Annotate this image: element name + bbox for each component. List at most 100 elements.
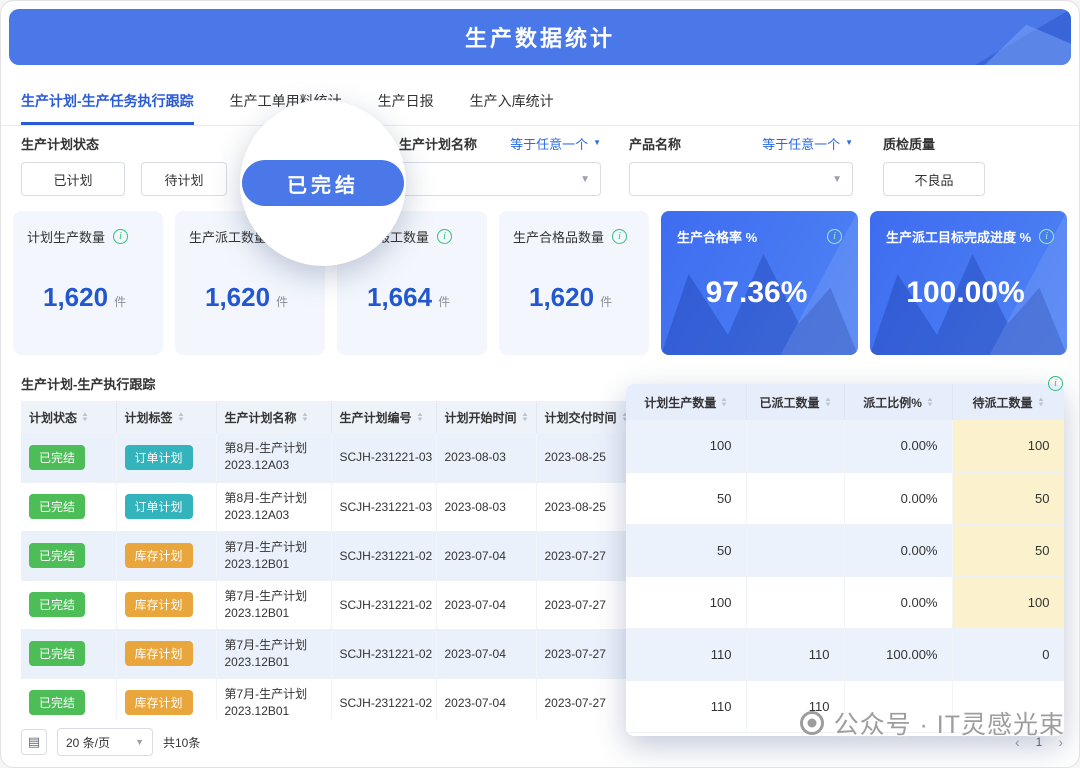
status-badge: 已完结 [29,641,85,666]
table-row[interactable]: 100 0.00% 100 [626,576,1064,628]
product-operator-dropdown[interactable]: 等于任意一个 ▼ [762,134,853,153]
info-icon[interactable]: i [1039,229,1054,244]
sort-icon: ▲▼ [1038,398,1044,408]
start-date-cell: 2023-07-04 [436,629,536,678]
kpi-value: 100.00% [906,276,1024,309]
tab[interactable]: 生产入库统计 [470,91,554,125]
tab-bar: 生产计划-生产任务执行跟踪 生产工单用料统计 生产日报 生产入库统计 [1,85,1079,126]
table-row[interactable]: 已完结 库存计划 第7月-生产计划2023.12B01 SCJH-231221-… [21,629,641,678]
table-row[interactable]: 100 0.00% 100 [626,420,1064,472]
info-icon[interactable]: i [1048,376,1063,391]
dispatched-qty-cell: 110 [746,628,844,680]
table-row[interactable]: 已完结 订单计划 第8月-生产计划2023.12A03 SCJH-231221-… [21,482,641,531]
caret-down-icon: ▼ [593,139,601,147]
operator-text: 等于任意一个 [762,134,840,153]
plan-name-cell: 第7月-生产计划2023.12B01 [216,678,331,719]
quality-label: 质检质量 [883,134,935,153]
table-row[interactable]: 已完结 库存计划 第7月-生产计划2023.12B01 SCJH-231221-… [21,678,641,719]
plan-name-operator-dropdown[interactable]: 等于任意一个 ▼ [510,134,601,153]
column-label: 派工比例% [863,396,922,410]
pending-qty-cell: 50 [952,524,1064,576]
kpi-card-row: 计划生产数量 i 1,620件 生产派工数量 i 1,620件 [13,211,1067,355]
start-date-cell: 2023-08-03 [436,433,536,482]
tab-label: 生产日报 [378,93,434,109]
column-label: 计划标签 [125,411,173,425]
dispatched-qty-cell [746,576,844,628]
table-row[interactable]: 50 0.00% 50 [626,524,1064,576]
plan-qty-cell: 110 [626,680,746,732]
plan-name-filter-group: 生产计划名称 等于任意一个 ▼ ▼ [399,131,601,196]
table-header-row: 计划状态▲▼ 计划标签 ▲▼ 生产计划名称▲▼ 生产计划编号▲▼ 计划开始时间▲▼… [21,401,641,433]
tag-badge: 库存计划 [125,543,193,568]
header-polygon-light [911,9,1071,65]
info-icon[interactable]: i [612,229,627,244]
kpi-unit: 件 [276,295,288,309]
sort-icon: ▲▼ [417,413,423,423]
status-badge: 已完结 [29,494,85,519]
total-count: 共10条 [163,734,200,751]
filter-button-pending[interactable]: 待计划 [141,162,227,196]
page-size-select[interactable]: 20 条/页 ▼ [57,728,153,756]
status-cell: 已完结 [21,678,116,719]
plan-name-label: 生产计划名称 [399,134,477,153]
dispatch-ratio-cell: 100.00% [844,628,952,680]
info-icon[interactable]: i [437,229,452,244]
product-filter-group: 产品名称 等于任意一个 ▼ ▼ [629,131,853,196]
kpi-value: 97.36% [706,276,808,309]
table-row[interactable]: 已完结 库存计划 第7月-生产计划2023.12B01 SCJH-231221-… [21,580,641,629]
status-badge: 已完结 [29,690,85,715]
status-cell: 已完结 [21,433,116,482]
dispatch-ratio-cell: 0.00% [844,420,952,472]
column-header[interactable]: 生产计划编号▲▼ [331,401,436,433]
pending-qty-cell: 0 [952,628,1064,680]
status-filter-label: 生产计划状态 [21,134,99,153]
column-header[interactable]: 生产计划名称▲▼ [216,401,331,433]
sort-icon: ▲▼ [927,398,933,408]
info-icon[interactable]: i [113,229,128,244]
column-header[interactable]: 计划开始时间▲▼ [436,401,536,433]
plan-name-select[interactable]: ▼ [399,162,601,196]
tag-badge: 库存计划 [125,690,193,715]
tag-badge: 库存计划 [125,641,193,666]
pending-qty-cell: 100 [952,576,1064,628]
kpi-card: 生产派工目标完成进度 % i 100.00% [870,211,1067,355]
app-header: 生产数据统计 [9,9,1071,65]
table-row[interactable]: 110 110 100.00% 0 [626,628,1064,680]
plan-code-cell: SCJH-231221-02 [331,531,436,580]
sort-icon: ▲▼ [178,413,184,423]
tab[interactable]: 生产计划-生产任务执行跟踪 [21,91,194,125]
table-row[interactable]: 已完结 库存计划 第7月-生产计划2023.12B01 SCJH-231221-… [21,531,641,580]
filter-button-planned[interactable]: 已计划 [21,162,125,196]
filter-button-defective[interactable]: 不良品 [883,162,985,196]
kpi-title: 生产合格品数量 [513,227,604,246]
plan-code-cell: SCJH-231221-03 [331,482,436,531]
kpi-card: 生产合格品数量 i 1,620件 [499,211,649,355]
official-account-icon [800,711,824,735]
column-header[interactable]: 计划状态▲▼ [21,401,116,433]
kpi-title: 生产合格率 % [677,227,757,246]
page: 生产数据统计 生产计划-生产任务执行跟踪 生产工单用料统计 生产日报 生产入库统… [0,0,1080,768]
column-settings-icon[interactable]: ▤ [21,729,47,755]
quality-filter-group: 质检质量 不良品 [883,131,985,196]
tag-cell: 订单计划 [116,433,216,482]
tab-label: 生产计划-生产任务执行跟踪 [21,93,194,109]
plan-qty-cell: 50 [626,472,746,524]
page-size-value: 20 条/页 [66,734,110,751]
tab[interactable]: 生产日报 [378,91,434,125]
column-header[interactable]: 计划标签 ▲▼ [116,401,216,433]
info-icon[interactable]: i [827,229,842,244]
table-row[interactable]: 已完结 订单计划 第8月-生产计划2023.12A03 SCJH-231221-… [21,433,641,482]
plan-name-cell: 第8月-生产计划2023.12A03 [216,482,331,531]
caret-down-icon: ▼ [845,139,853,147]
kpi-card: 计划生产数量 i 1,620件 [13,211,163,355]
filter-button-completed[interactable]: 已完结 [242,160,404,206]
plan-qty-cell: 100 [626,576,746,628]
product-select[interactable]: ▼ [629,162,853,196]
pending-qty-cell: 100 [952,420,1064,472]
kpi-title: 计划生产数量 [27,227,105,246]
header-polygon-dark [911,9,1071,65]
kpi-unit: 件 [438,295,450,309]
table-section-title: 生产计划-生产执行跟踪 [21,374,155,393]
chevron-down-icon: ▼ [580,174,590,185]
table-row[interactable]: 50 0.00% 50 [626,472,1064,524]
